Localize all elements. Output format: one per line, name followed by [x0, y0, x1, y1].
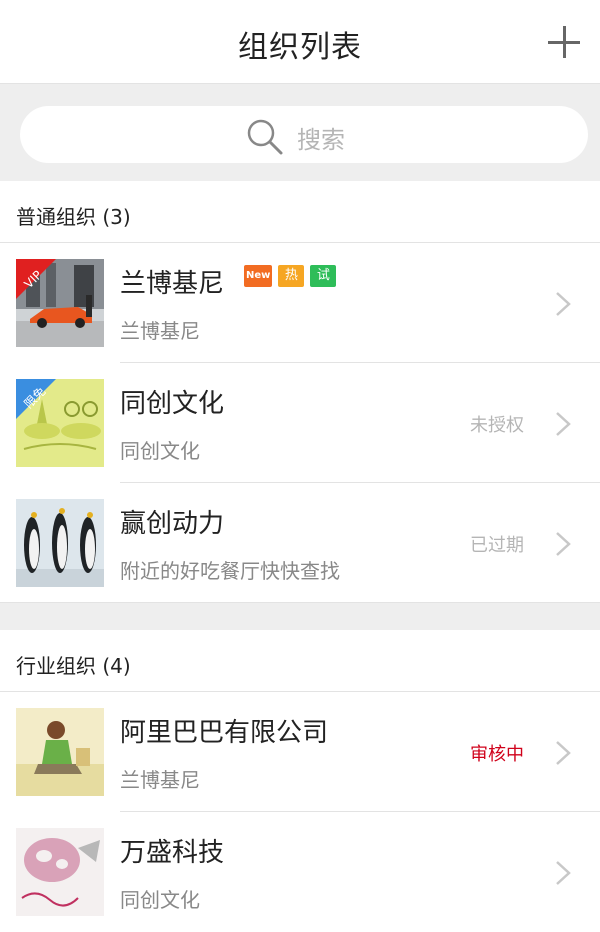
item-desc: 同创文化	[120, 888, 200, 912]
frog-icon: 限免	[16, 379, 104, 467]
search-input[interactable]: 搜索	[20, 106, 588, 163]
car-icon: VIP	[16, 259, 104, 347]
badge-trial: 试	[310, 265, 337, 287]
badge-group: New 热试	[244, 265, 342, 289]
chevron-right-icon	[556, 292, 571, 316]
list-item[interactable]: 赢创动力 附近的好吃餐厅快快查找 已过期	[0, 483, 600, 603]
search-placeholder: 搜索	[297, 126, 345, 154]
status-badge: 已过期	[470, 535, 524, 556]
avatar	[16, 708, 104, 796]
section-header-industry: 行业组织 (4)	[0, 630, 600, 692]
item-name: 阿里巴巴有限公司	[120, 718, 329, 748]
divider	[0, 602, 600, 603]
list-item[interactable]: 万盛科技 同创文化	[0, 812, 600, 932]
item-desc: 附近的好吃餐厅快快查找	[120, 559, 340, 583]
section-header-general: 普通组织 (3)	[0, 181, 600, 243]
item-desc: 兰博基尼	[120, 768, 200, 792]
list-item[interactable]: VIP 兰博基尼 New 热试 兰博基尼	[0, 243, 600, 363]
item-desc: 兰博基尼	[120, 319, 200, 343]
search-icon	[247, 119, 283, 155]
item-name: 同创文化	[120, 389, 225, 419]
item-desc: 同创文化	[120, 439, 200, 463]
cartoon-icon	[16, 828, 104, 916]
section-count: (4)	[102, 654, 131, 678]
list-item[interactable]: 阿里巴巴有限公司 兰博基尼 审核中	[0, 692, 600, 812]
chevron-right-icon	[556, 412, 571, 436]
badge-new: New	[244, 265, 273, 287]
page-title: 组织列表	[238, 30, 362, 65]
chevron-right-icon	[556, 741, 571, 765]
list-item[interactable]: 限免 同创文化 同创文化 未授权	[0, 363, 600, 483]
chevron-right-icon	[556, 861, 571, 885]
app-header: 组织列表	[0, 0, 600, 84]
person-icon	[16, 708, 104, 796]
avatar	[16, 499, 104, 587]
penguin-icon	[16, 499, 104, 587]
badge-hot: 热	[278, 265, 305, 287]
item-name: 兰博基尼	[120, 269, 225, 299]
section-count: (3)	[102, 205, 131, 229]
avatar: 限免	[16, 379, 104, 467]
avatar	[16, 828, 104, 916]
section-title: 普通组织 (3)	[16, 205, 131, 229]
section-gap	[0, 603, 600, 630]
section-title: 行业组织 (4)	[16, 654, 131, 678]
chevron-right-icon	[556, 532, 571, 556]
status-badge: 未授权	[470, 415, 524, 436]
item-name: 万盛科技	[120, 838, 225, 868]
search-bar-area: 搜索	[0, 84, 600, 181]
status-badge: 审核中	[470, 744, 524, 765]
item-name: 赢创动力	[120, 509, 225, 539]
add-icon[interactable]	[548, 26, 580, 58]
avatar: VIP	[16, 259, 104, 347]
